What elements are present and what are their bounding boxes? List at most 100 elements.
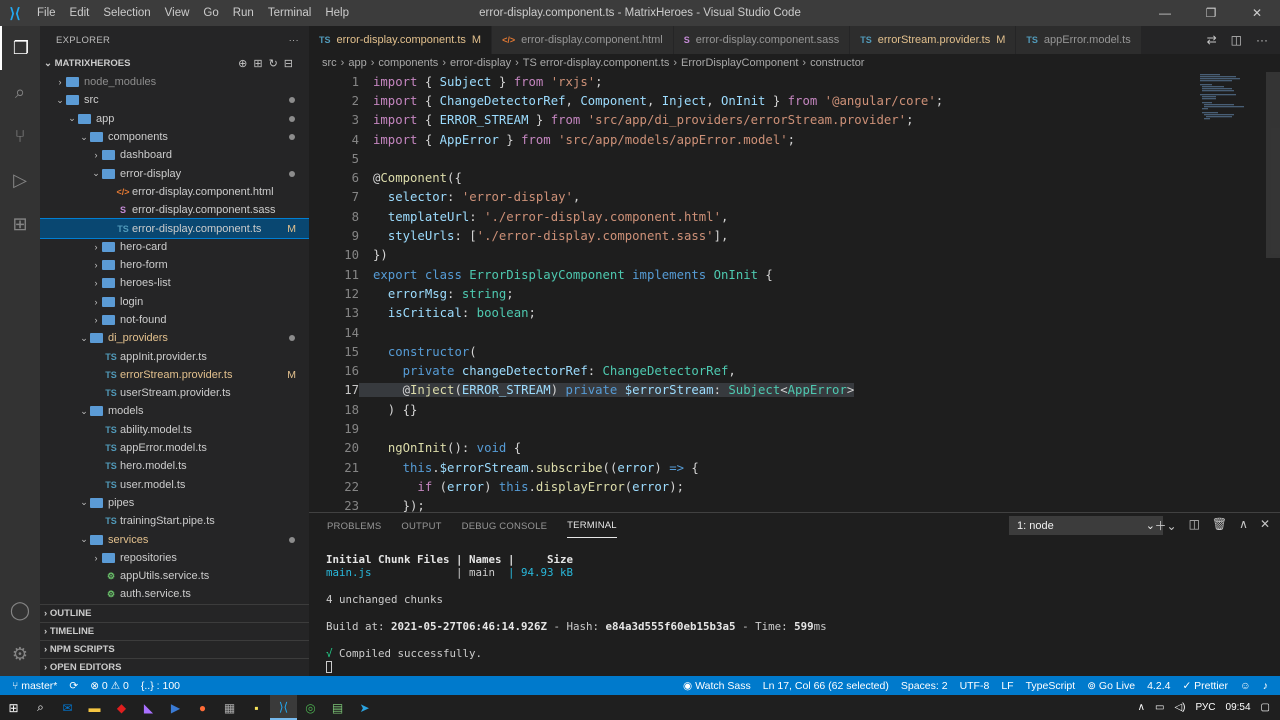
tree-item[interactable]: </> error-display.component.html: [40, 183, 309, 201]
file-explorer-icon[interactable]: ▬: [81, 695, 108, 720]
clock[interactable]: 09:54: [1226, 702, 1251, 713]
breadcrumb-item[interactable]: error-display: [450, 57, 511, 69]
new-terminal-icon[interactable]: ＋⌄: [1155, 517, 1177, 534]
terminal-cursor-line[interactable]: [326, 660, 827, 674]
breadcrumb-item[interactable]: src: [322, 57, 337, 69]
tree-item[interactable]: ⌄ services: [40, 530, 309, 548]
tree-item[interactable]: ⌄ src: [40, 91, 309, 109]
tree-item[interactable]: TS trainingStart.pipe.ts: [40, 512, 309, 530]
menu-run[interactable]: Run: [226, 0, 261, 26]
breadcrumb-item[interactable]: constructor: [810, 57, 864, 69]
extensions-icon[interactable]: ⊞: [0, 202, 40, 246]
section-timeline[interactable]: › TIMELINE: [40, 622, 309, 640]
network-icon[interactable]: ▭: [1155, 702, 1164, 713]
sync-icon[interactable]: ⟳: [69, 680, 78, 692]
menu-help[interactable]: Help: [318, 0, 356, 26]
more-actions-icon[interactable]: ···: [1256, 33, 1268, 47]
powershell-icon[interactable]: ▶: [162, 695, 189, 720]
watch-sass[interactable]: ◉ Watch Sass: [683, 680, 751, 692]
split-editor-icon[interactable]: ◫: [1231, 33, 1242, 47]
tree-item[interactable]: TS error-display.component.ts M: [40, 218, 309, 239]
close-window-button[interactable]: ✕: [1234, 0, 1280, 26]
mail-icon[interactable]: ✉: [54, 695, 81, 720]
compare-icon[interactable]: ⇄: [1207, 33, 1217, 47]
search-icon[interactable]: ⌕: [27, 695, 54, 720]
telegram-icon[interactable]: ➤: [351, 695, 378, 720]
new-file-icon[interactable]: ⊕: [238, 58, 253, 70]
tab-problems[interactable]: PROBLEMS: [327, 515, 381, 538]
menu-go[interactable]: Go: [196, 0, 225, 26]
section-outline[interactable]: › OUTLINE: [40, 604, 309, 622]
notifications-icon[interactable]: ▢: [1261, 702, 1270, 713]
json-indicator[interactable]: {..} : 100: [141, 680, 180, 692]
terminal-output[interactable]: Initial Chunk Files | Names | Size main.j…: [326, 553, 827, 674]
breadcrumb-item[interactable]: components: [378, 57, 438, 69]
tree-item[interactable]: ⌄ app: [40, 110, 309, 128]
tree-item[interactable]: › node_modules: [40, 73, 309, 91]
split-terminal-icon[interactable]: ◫: [1189, 517, 1200, 534]
tree-item[interactable]: TS errorStream.provider.ts M: [40, 366, 309, 384]
breadcrumb-item[interactable]: TS error-display.component.ts: [523, 57, 670, 69]
maximize-panel-icon[interactable]: ∧: [1239, 517, 1248, 534]
problems-indicator[interactable]: ⊗ 0 ⚠ 0: [90, 680, 129, 692]
editor-tab[interactable]: TS appError.model.ts: [1016, 26, 1142, 54]
tree-item[interactable]: ⚙ auth.service.ts: [40, 585, 309, 603]
breadcrumb-item[interactable]: app: [348, 57, 366, 69]
search-icon[interactable]: ⌕: [0, 70, 40, 114]
source-control-icon[interactable]: ⑂: [0, 114, 40, 158]
tab-debug-console[interactable]: DEBUG CONSOLE: [462, 515, 547, 538]
visual-studio-icon[interactable]: ◣: [135, 695, 162, 720]
tree-item[interactable]: › hero-card: [40, 238, 309, 256]
postman-icon[interactable]: ●: [189, 695, 216, 720]
tab-terminal[interactable]: TERMINAL: [567, 514, 617, 538]
menu-selection[interactable]: Selection: [96, 0, 157, 26]
tree-item[interactable]: ⌄ components: [40, 128, 309, 146]
tree-item[interactable]: TS ability.model.ts: [40, 421, 309, 439]
tree-item[interactable]: TS appInit.provider.ts: [40, 347, 309, 365]
editor-tab[interactable]: Serror-display.component.sass: [673, 26, 851, 54]
files-icon[interactable]: ❐: [0, 26, 40, 70]
more-actions-icon[interactable]: ···: [289, 35, 299, 46]
tree-item[interactable]: › not-found: [40, 311, 309, 329]
tree-item[interactable]: › hero-form: [40, 256, 309, 274]
branch-indicator[interactable]: ⑂ master*: [12, 680, 57, 692]
notepad-icon[interactable]: ▤: [324, 695, 351, 720]
minimap[interactable]: [1196, 72, 1266, 132]
menu-terminal[interactable]: Terminal: [261, 0, 318, 26]
tree-item[interactable]: › login: [40, 293, 309, 311]
minimize-button[interactable]: —: [1142, 0, 1188, 26]
tree-item[interactable]: › repositories: [40, 549, 309, 567]
indentation[interactable]: Spaces: 2: [901, 680, 948, 692]
bell-icon[interactable]: ♪: [1263, 680, 1268, 692]
keyboard-language[interactable]: РУС: [1195, 702, 1215, 713]
go-live[interactable]: ⊚ Go Live: [1087, 680, 1135, 692]
sticky-notes-icon[interactable]: ▪: [243, 695, 270, 720]
acrobat-icon[interactable]: ◆: [108, 695, 135, 720]
encoding[interactable]: UTF-8: [960, 680, 990, 692]
tree-item[interactable]: Serror-display.component.sass: [40, 201, 309, 219]
close-panel-icon[interactable]: ✕: [1260, 517, 1270, 534]
menu-view[interactable]: View: [158, 0, 197, 26]
settings-gear-icon[interactable]: ⚙: [0, 632, 40, 676]
editor-tab[interactable]: TS errorStream.provider.ts M: [850, 26, 1017, 54]
tree-item[interactable]: ⌄ models: [40, 402, 309, 420]
section-open-editors[interactable]: › OPEN EDITORS: [40, 658, 309, 676]
workspace-root[interactable]: ⌄ MATRIXHEROES ⊕⊞↻⊟: [40, 54, 309, 73]
account-icon[interactable]: ◯: [0, 588, 40, 632]
menu-edit[interactable]: Edit: [63, 0, 97, 26]
run-debug-icon[interactable]: ▷: [0, 158, 40, 202]
vscode-taskbar-icon[interactable]: ⟩⟨: [270, 695, 297, 720]
tree-item[interactable]: ⌄ error-display: [40, 164, 309, 182]
volume-icon[interactable]: ◁): [1174, 702, 1185, 713]
tree-item[interactable]: TS userStream.provider.ts: [40, 384, 309, 402]
breadcrumb-item[interactable]: ErrorDisplayComponent: [681, 57, 798, 69]
editor-tab[interactable]: TS error-display.component.ts M: [309, 26, 493, 54]
new-folder-icon[interactable]: ⊞: [253, 58, 268, 70]
tree-item[interactable]: › dashboard: [40, 146, 309, 164]
tree-item[interactable]: TS appError.model.ts: [40, 439, 309, 457]
section-npm-scripts[interactable]: › NPM SCRIPTS: [40, 640, 309, 658]
collapse-all-icon[interactable]: ⊟: [284, 58, 299, 70]
chrome-icon[interactable]: ◎: [297, 695, 324, 720]
line-ending[interactable]: LF: [1001, 680, 1013, 692]
prettier[interactable]: ✓ Prettier: [1182, 680, 1228, 692]
